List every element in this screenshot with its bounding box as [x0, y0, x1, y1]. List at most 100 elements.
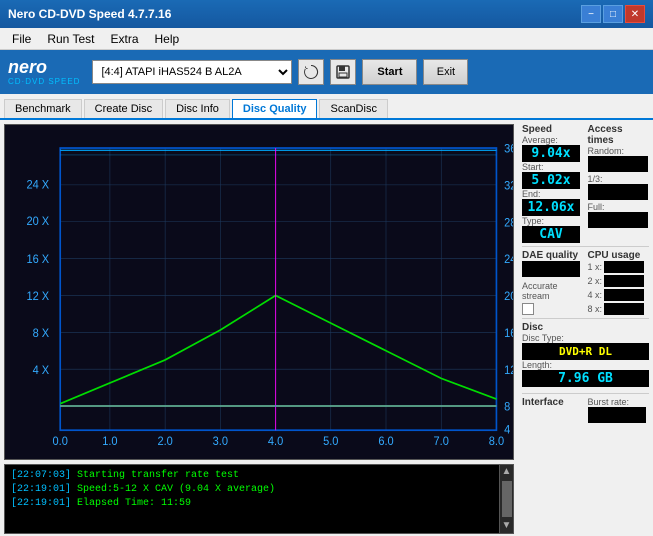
- svg-text:6.0: 6.0: [378, 436, 393, 448]
- tab-disc-info[interactable]: Disc Info: [165, 99, 230, 118]
- svg-text:28: 28: [504, 217, 513, 229]
- scroll-down-arrow[interactable]: ▼: [502, 519, 512, 533]
- end-label: End:: [522, 189, 584, 199]
- svg-text:24: 24: [504, 254, 513, 266]
- log-area: [22:07:03] Starting transfer rate test […: [4, 464, 514, 534]
- tabs-bar: Benchmark Create Disc Disc Info Disc Qua…: [0, 94, 653, 120]
- cpu-section: CPU usage 1 x: 2 x: 4 x: 8 x:: [588, 250, 650, 315]
- exit-button[interactable]: Exit: [423, 59, 468, 85]
- random-label: Random:: [588, 146, 650, 156]
- cpu-1x-box: [604, 261, 644, 273]
- dae-value-box: [522, 261, 580, 277]
- main-content: 24 X 20 X 16 X 12 X 8 X 4 X 36 32 28 24 …: [0, 120, 653, 536]
- accurate-stream-row: [522, 303, 584, 315]
- close-button[interactable]: ✕: [625, 5, 645, 23]
- disc-section: Disc Disc Type: DVD+R DL Length: 7.96 GB: [522, 322, 649, 387]
- interface-title: Interface: [522, 397, 584, 408]
- cpu-4x-label: 4 x:: [588, 290, 603, 300]
- scroll-thumb[interactable]: [502, 481, 512, 517]
- svg-text:8 X: 8 X: [33, 328, 50, 340]
- menu-bar: File Run Test Extra Help: [0, 28, 653, 50]
- title-bar: Nero CD-DVD Speed 4.7.7.16 − □ ✕: [0, 0, 653, 28]
- dae-cpu-section: DAE quality Accurate stream CPU usage 1 …: [522, 250, 649, 315]
- svg-text:12 X: 12 X: [26, 291, 49, 303]
- log-entry-2: [22:19:01] Elapsed Time: 11:59: [11, 497, 493, 511]
- start-value: 5.02x: [522, 172, 580, 189]
- interface-section: Interface Burst rate:: [522, 397, 649, 423]
- tab-create-disc[interactable]: Create Disc: [84, 99, 163, 118]
- svg-text:4.0: 4.0: [268, 436, 283, 448]
- cpu-1x-row: 1 x:: [588, 261, 650, 273]
- svg-text:3.0: 3.0: [213, 436, 228, 448]
- burst-label: Burst rate:: [588, 397, 650, 407]
- cpu-4x-box: [604, 289, 644, 301]
- svg-text:2.0: 2.0: [157, 436, 172, 448]
- disc-type-label: Disc: [522, 322, 649, 333]
- cpu-2x-label: 2 x:: [588, 276, 603, 286]
- svg-text:20: 20: [504, 291, 513, 303]
- speed-section: Speed Average: 9.04x Start: 5.02x End: 1…: [522, 124, 584, 243]
- scroll-up-arrow[interactable]: ▲: [502, 465, 512, 479]
- save-icon[interactable]: [330, 59, 356, 85]
- svg-text:20 X: 20 X: [26, 216, 49, 228]
- type-label: Type:: [522, 216, 584, 226]
- log-entry-1: [22:19:01] Speed:5-12 X CAV (9.04 X aver…: [11, 483, 493, 497]
- accurate-stream-checkbox[interactable]: [522, 303, 534, 315]
- window-controls[interactable]: − □ ✕: [581, 5, 645, 23]
- cpu-title: CPU usage: [588, 250, 650, 261]
- svg-text:24 X: 24 X: [26, 179, 49, 191]
- access-title: Access times: [588, 124, 650, 146]
- divider-2: [522, 318, 649, 319]
- cpu-4x-row: 4 x:: [588, 289, 650, 301]
- avg-value: 9.04x: [522, 145, 580, 162]
- cpu-8x-box: [604, 303, 644, 315]
- avg-label: Average:: [522, 135, 584, 145]
- menu-help[interactable]: Help: [147, 30, 188, 48]
- disc-length-label: Length:: [522, 360, 649, 370]
- svg-text:0.0: 0.0: [53, 436, 68, 448]
- accurate-stream-label: Accurate stream: [522, 281, 584, 301]
- start-label: Start:: [522, 162, 584, 172]
- svg-text:7.0: 7.0: [434, 436, 449, 448]
- interface-col: Interface: [522, 397, 584, 423]
- one-third-value-box: [588, 184, 648, 200]
- right-panel: Speed Average: 9.04x Start: 5.02x End: 1…: [518, 120, 653, 536]
- svg-text:32: 32: [504, 180, 513, 192]
- type-value: CAV: [522, 226, 580, 243]
- maximize-button[interactable]: □: [603, 5, 623, 23]
- tab-scan-disc[interactable]: ScanDisc: [319, 99, 387, 118]
- disc-type-value: DVD+R DL: [522, 343, 649, 360]
- toolbar: nero CD·DVD SPEED [4:4] ATAPI iHAS524 B …: [0, 50, 653, 94]
- one-third-label: 1/3:: [588, 174, 650, 184]
- tab-disc-quality[interactable]: Disc Quality: [232, 99, 318, 118]
- full-label: Full:: [588, 202, 650, 212]
- svg-text:16: 16: [504, 328, 513, 340]
- menu-extra[interactable]: Extra: [102, 30, 146, 48]
- log-entry-0: [22:07:03] Starting transfer rate test: [11, 469, 493, 483]
- speed-access-section: Speed Average: 9.04x Start: 5.02x End: 1…: [522, 124, 649, 243]
- menu-file[interactable]: File: [4, 30, 39, 48]
- refresh-icon[interactable]: [298, 59, 324, 85]
- svg-text:12: 12: [504, 365, 513, 377]
- tab-benchmark[interactable]: Benchmark: [4, 99, 82, 118]
- log-scrollbar[interactable]: ▲ ▼: [499, 465, 513, 533]
- divider-1: [522, 246, 649, 247]
- svg-text:4 X: 4 X: [33, 365, 50, 377]
- chart-area: 24 X 20 X 16 X 12 X 8 X 4 X 36 32 28 24 …: [4, 124, 514, 460]
- dae-section: DAE quality Accurate stream: [522, 250, 584, 315]
- speed-title: Speed: [522, 124, 584, 135]
- access-times-section: Access times Random: 1/3: Full:: [588, 124, 650, 243]
- full-value-box: [588, 212, 648, 228]
- start-button[interactable]: Start: [362, 59, 417, 85]
- burst-col: Burst rate:: [588, 397, 650, 423]
- cpu-1x-label: 1 x:: [588, 262, 603, 272]
- random-value-box: [588, 156, 648, 172]
- drive-select[interactable]: [4:4] ATAPI iHAS524 B AL2A: [92, 60, 292, 84]
- burst-value-box: [588, 407, 646, 423]
- dae-title: DAE quality: [522, 250, 584, 261]
- svg-text:8.0: 8.0: [489, 436, 504, 448]
- menu-run-test[interactable]: Run Test: [39, 30, 102, 48]
- app-title: Nero CD-DVD Speed 4.7.7.16: [8, 7, 171, 21]
- disc-type-sublabel: Disc Type:: [522, 333, 649, 343]
- minimize-button[interactable]: −: [581, 5, 601, 23]
